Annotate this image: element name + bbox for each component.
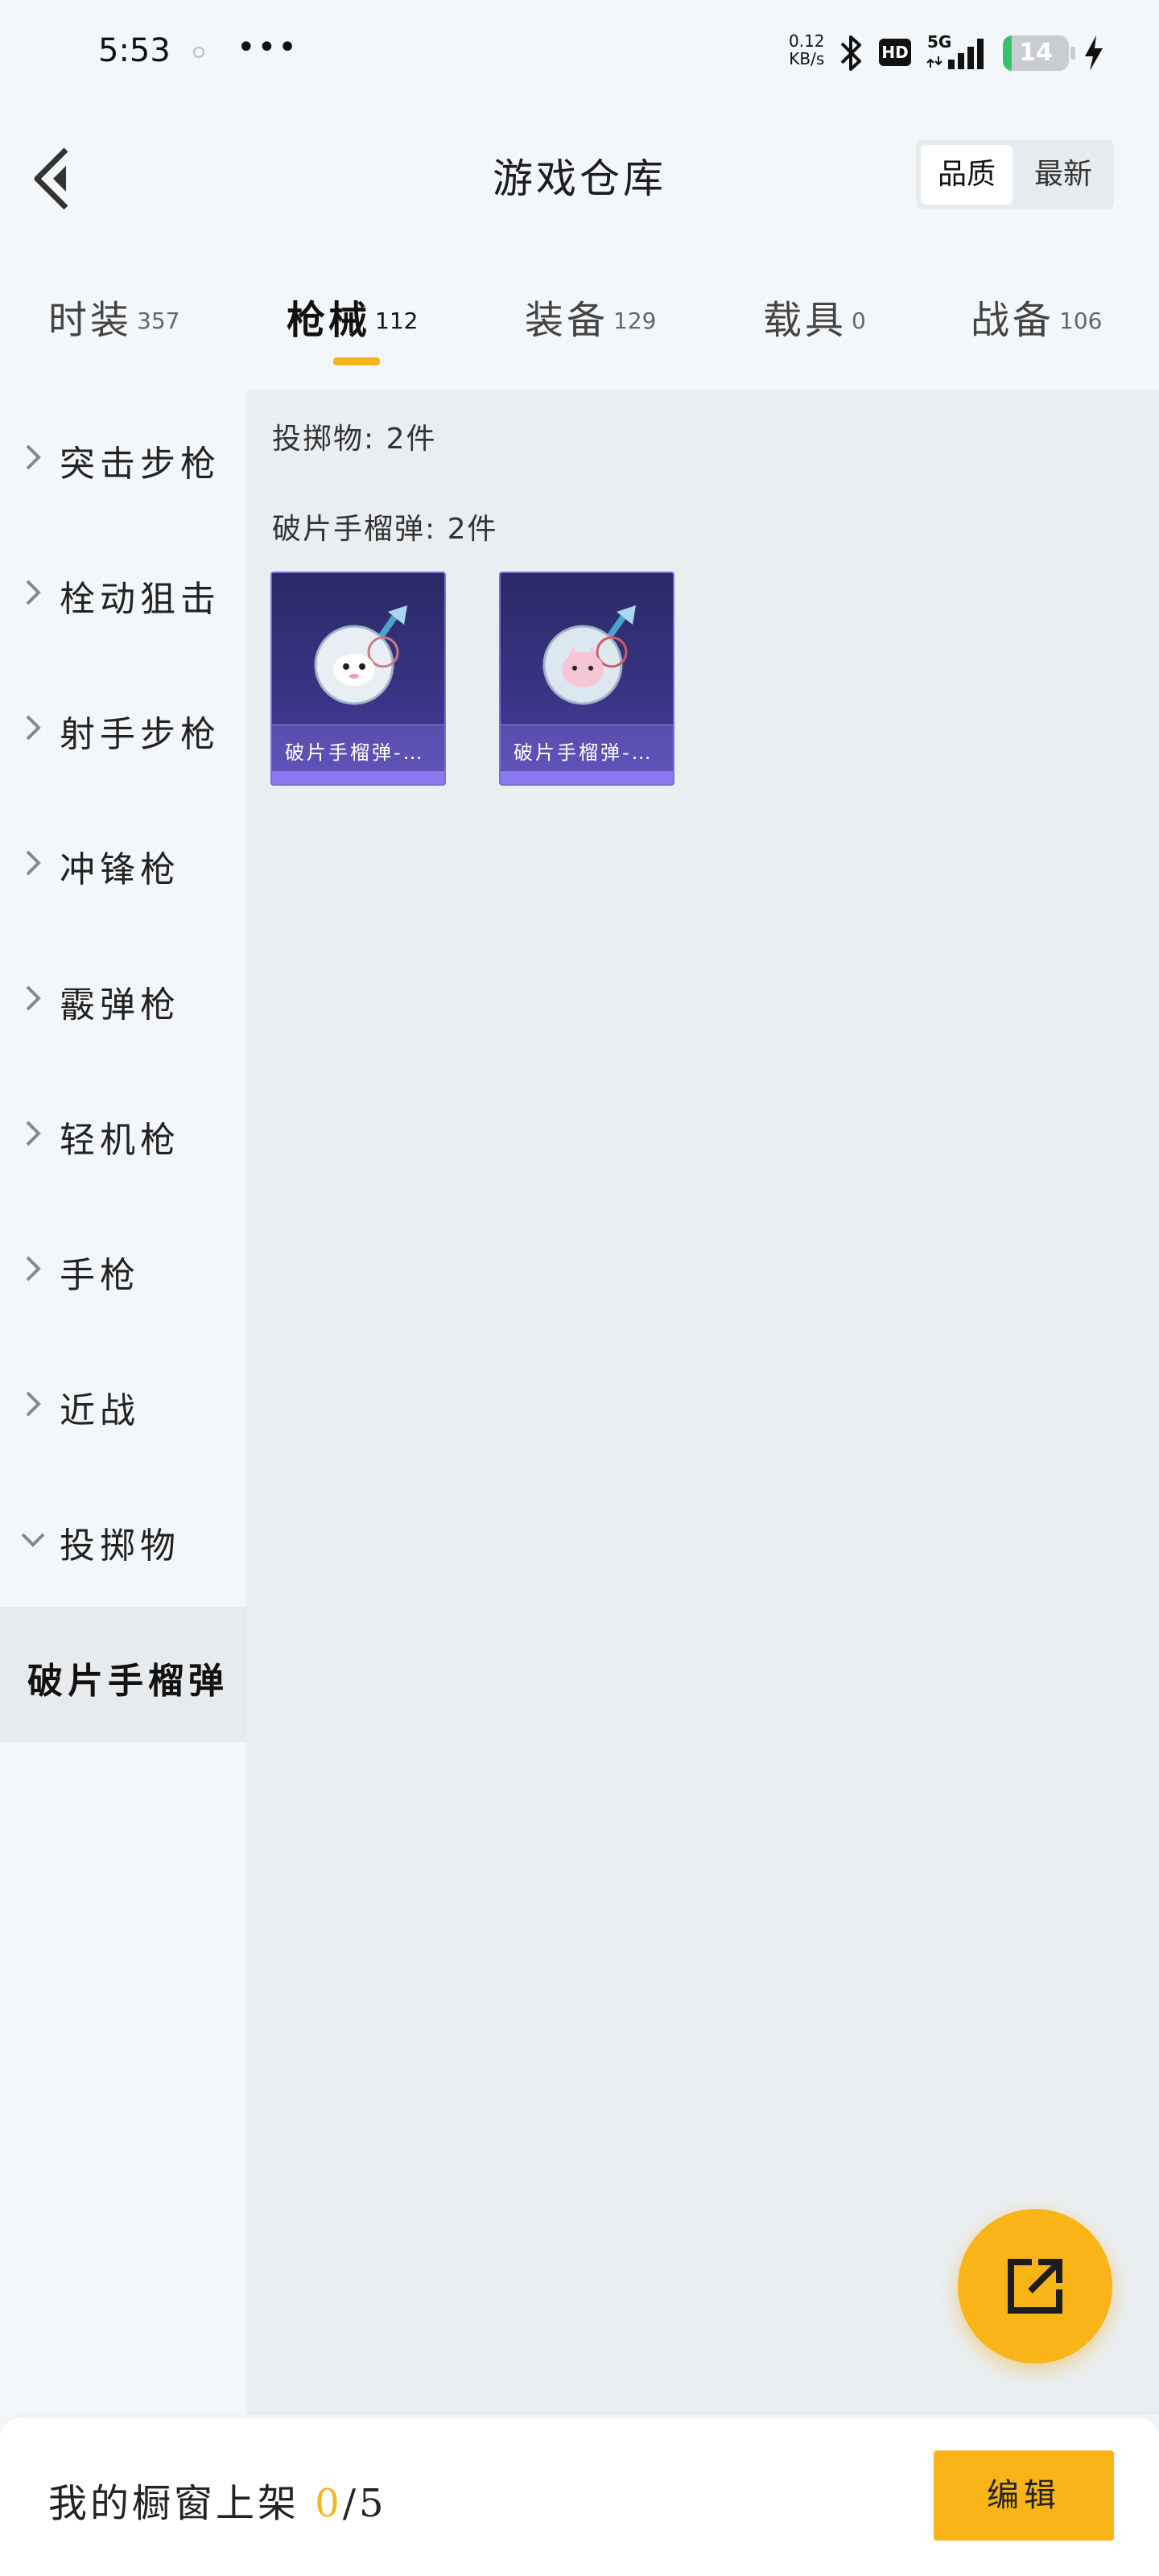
- sidebar-item-smg[interactable]: 冲锋枪: [0, 795, 246, 931]
- tab-count: 106: [1059, 307, 1103, 334]
- item-name-bar: 破片手榴弹-…: [501, 724, 673, 771]
- edit-button[interactable]: 编辑: [934, 2450, 1114, 2541]
- status-time: 5:53: [98, 32, 171, 69]
- bluetooth-icon: [840, 35, 861, 71]
- tab-label: 枪械: [287, 298, 371, 343]
- sidebar-item-label: 射手步枪: [60, 714, 221, 755]
- sidebar-item-label: 突击步枪: [60, 444, 221, 485]
- tab-label: 时装: [48, 298, 133, 343]
- tab-count: 112: [375, 307, 419, 334]
- chevron-right-icon: [26, 1391, 41, 1417]
- hd-badge: HD: [879, 39, 911, 66]
- grenade-icon: [314, 605, 407, 705]
- battery-level: 14: [1019, 39, 1053, 67]
- group-title: 投掷物: 2件: [272, 423, 437, 456]
- chevron-right-icon: [26, 580, 41, 605]
- net-speed-unit: KB/s: [789, 49, 825, 68]
- subgroup-title: 破片手榴弹: 2件: [272, 513, 498, 546]
- item-name-bar: 破片手榴弹-…: [272, 724, 444, 771]
- sidebar-item-label: 冲锋枪: [60, 849, 180, 890]
- showcase-status: 我的橱窗上架 0/5: [48, 2471, 387, 2528]
- tab-combat-supplies[interactable]: 战备 106: [971, 288, 1102, 345]
- item-name: 破片手榴弹-…: [514, 741, 654, 764]
- share-button[interactable]: [958, 2209, 1112, 2363]
- network-type: 5G: [927, 32, 952, 52]
- more-notifications-icon: •••: [237, 29, 299, 66]
- header: 游戏仓库 品质 最新: [0, 129, 1159, 225]
- share-external-icon: [1008, 2259, 1062, 2314]
- net-speed: 0.12 KB/s: [789, 32, 825, 68]
- sidebar: 突击步枪 栓动狙击 射手步枪 冲锋枪 霰弹枪 轻机枪 手枪 近战 投掷物 破片手…: [0, 390, 246, 2415]
- tab-fashion[interactable]: 时装 357: [48, 288, 179, 345]
- sidebar-item-label: 霰弹枪: [60, 985, 180, 1026]
- showcase-label: 我的橱窗上架: [48, 2481, 316, 2526]
- tab-firearms[interactable]: 枪械 112: [287, 288, 418, 345]
- chevron-right-icon: [26, 850, 41, 876]
- item-card[interactable]: 破片手榴弹-…: [499, 572, 674, 786]
- sort-toggle: 品质 最新: [916, 140, 1114, 209]
- net-speed-value: 0.12: [789, 31, 825, 51]
- category-tabs: 时装 357 枪械 112 装备 129 载具 0 战备 106: [0, 274, 1159, 370]
- sidebar-item-marksman-rifle[interactable]: 射手步枪: [0, 660, 246, 795]
- sidebar-item-label: 投掷物: [60, 1525, 180, 1567]
- sidebar-subitem-frag-grenade[interactable]: 破片手榴弹: [0, 1607, 246, 1742]
- tab-label: 装备: [525, 298, 609, 343]
- sidebar-item-assault-rifle[interactable]: 突击步枪: [0, 390, 246, 525]
- battery-icon: 14: [1003, 35, 1069, 71]
- item-name: 破片手榴弹-…: [285, 741, 425, 764]
- sidebar-item-bolt-sniper[interactable]: 栓动狙击: [0, 525, 246, 660]
- tab-count: 129: [613, 307, 657, 334]
- chevron-right-icon: [26, 1121, 41, 1146]
- tab-equipment[interactable]: 装备 129: [525, 288, 656, 345]
- item-card[interactable]: 破片手榴弹-…: [270, 572, 446, 786]
- charging-icon: [1085, 35, 1103, 71]
- content-panel: 投掷物: 2件 破片手榴弹: 2件 破片手榴弹-… 破片手榴弹-…: [246, 390, 1159, 2415]
- status-bar: 5:53 ••• 0.12 KB/s HD 5G 14: [0, 0, 1159, 105]
- sidebar-item-shotgun[interactable]: 霰弹枪: [0, 931, 246, 1066]
- sidebar-item-pistol[interactable]: 手枪: [0, 1201, 246, 1336]
- sidebar-item-label: 手枪: [60, 1255, 140, 1296]
- chevron-right-icon: [26, 985, 41, 1011]
- sidebar-item-label: 栓动狙击: [60, 579, 221, 620]
- showcase-listed-count: 0: [315, 2481, 343, 2526]
- sidebar-item-label: 轻机枪: [60, 1120, 180, 1161]
- tab-label: 载具: [763, 298, 848, 343]
- sidebar-item-label: 近战: [60, 1390, 140, 1431]
- rarity-bar: [272, 771, 444, 784]
- showcase-limit: 5: [358, 2481, 387, 2526]
- tab-label: 战备: [971, 298, 1055, 343]
- chevron-right-icon: [26, 715, 41, 741]
- grenade-icon: [542, 605, 636, 705]
- tab-count: 357: [137, 307, 180, 334]
- bottom-bar: 我的橱窗上架 0/5 编辑: [0, 2418, 1159, 2576]
- sidebar-item-throwables[interactable]: 投掷物: [0, 1472, 246, 1607]
- chevron-right-icon: [26, 1256, 41, 1282]
- sidebar-item-lmg[interactable]: 轻机枪: [0, 1066, 246, 1201]
- tab-count: 0: [852, 307, 866, 334]
- showcase-separator: /: [342, 2481, 359, 2526]
- tab-vehicles[interactable]: 载具 0: [763, 288, 866, 345]
- active-tab-indicator: [333, 357, 380, 365]
- chevron-down-icon: [21, 1533, 45, 1547]
- sidebar-subitem-label: 破片手榴弹: [27, 1661, 229, 1702]
- chevron-right-icon: [26, 444, 41, 470]
- sidebar-item-melee[interactable]: 近战: [0, 1336, 246, 1472]
- sort-by-newest-button[interactable]: 最新: [1017, 145, 1109, 204]
- sort-by-quality-button[interactable]: 品质: [921, 145, 1013, 204]
- sync-icon: [193, 47, 204, 58]
- rarity-bar: [501, 771, 673, 784]
- battery-cap: [1070, 47, 1075, 60]
